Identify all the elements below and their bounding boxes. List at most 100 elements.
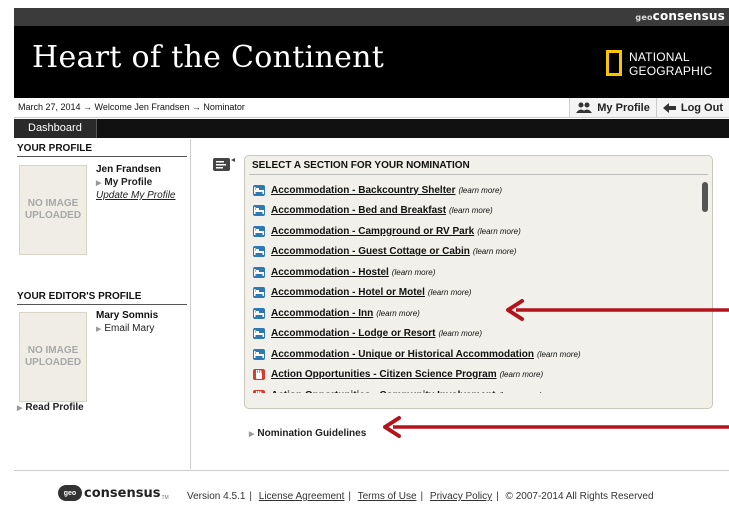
log-out-label: Log Out — [680, 101, 723, 114]
section-link[interactable]: Action Opportunities - Community Involve… — [271, 390, 495, 394]
divider — [249, 174, 708, 175]
bed-icon — [253, 205, 265, 216]
my-profile-label: My Profile — [597, 101, 650, 114]
geoconsensus-logo-small: geoconsensus — [635, 9, 725, 23]
section-link[interactable]: Accommodation - Inn — [271, 308, 373, 319]
bed-icon — [253, 307, 265, 319]
triangle-right-icon: ▶ — [249, 431, 255, 438]
footer: geo consensus TM Version 4.5.1 | License … — [14, 470, 729, 515]
my-profile-button[interactable]: My Profile — [569, 98, 656, 117]
annotation-arrow-icon — [506, 299, 729, 321]
bed-icon — [253, 184, 265, 196]
learn-more-link[interactable]: (learn more) — [392, 268, 436, 277]
tab-bar: Dashboard — [14, 119, 729, 138]
section-link[interactable]: Accommodation - Unique or Historical Acc… — [271, 349, 534, 360]
section-link[interactable]: Accommodation - Bed and Breakfast — [271, 205, 446, 216]
section-list-item[interactable]: Action Opportunities - Citizen Science P… — [253, 366, 543, 384]
learn-more-link[interactable]: (learn more) — [438, 329, 482, 338]
nomination-guidelines-link[interactable]: ▶ Nomination Guidelines — [249, 428, 366, 439]
section-selector-panel: SELECT A SECTION FOR YOUR NOMINATION Acc… — [244, 155, 713, 409]
learn-more-link[interactable]: (learn more) — [376, 309, 420, 318]
editor-profile-title: YOUR EDITOR'S PROFILE — [17, 291, 142, 302]
divider — [17, 304, 187, 305]
copyright-text: © 2007-2014 All Rights Reserved — [505, 491, 654, 502]
partner-line-1: NATIONAL — [629, 50, 690, 64]
learn-more-link[interactable]: (learn more) — [537, 350, 581, 359]
national-geographic-logo: NATIONAL GEOGRAPHIC — [606, 49, 718, 81]
section-link[interactable]: Accommodation - Lodge or Resort — [271, 328, 435, 339]
section-list-item[interactable]: Accommodation - Guest Cottage or Cabin (l… — [253, 243, 516, 261]
users-icon — [576, 102, 593, 113]
geoconsensus-footer-logo: geo consensus TM — [58, 485, 169, 501]
bed-icon — [253, 246, 265, 257]
profile-name: Jen Frandsen — [96, 164, 162, 175]
license-link[interactable]: License Agreement — [259, 491, 345, 502]
footer-links: Version 4.5.1 | License Agreement | Terms … — [187, 491, 654, 502]
divider — [17, 156, 187, 157]
learn-more-link[interactable]: (learn more) — [473, 247, 517, 256]
bed-icon — [253, 266, 265, 278]
breadcrumb: March 27, 2014 → Welcome Jen Frandsen → … — [18, 102, 245, 112]
annotation-arrow-icon — [383, 416, 729, 438]
trademark: TM — [161, 495, 169, 501]
hand-icon — [253, 389, 265, 393]
account-menu: My Profile Log Out — [569, 98, 729, 117]
section-link[interactable]: Accommodation - Guest Cottage or Cabin — [271, 246, 470, 257]
profile-image-placeholder: NO IMAGE UPLOADED — [19, 165, 87, 255]
scrollbar-thumb[interactable] — [702, 182, 708, 212]
bed-icon — [253, 287, 265, 298]
read-profile-link[interactable]: ▶ Read Profile — [17, 402, 84, 413]
triangle-right-icon: ▶ — [96, 180, 102, 187]
section-link[interactable]: Accommodation - Hostel — [271, 267, 389, 278]
section-list-item[interactable]: Accommodation - Lodge or Resort (learn mo… — [253, 325, 482, 343]
section-list-item[interactable]: Accommodation - Backcountry Shelter (lear… — [253, 181, 502, 199]
section-link[interactable]: Action Opportunities - Citizen Science P… — [271, 369, 497, 380]
section-list-item[interactable]: Accommodation - Bed and Breakfast (learn … — [253, 202, 493, 220]
site-header: Heart of the Continent NATIONAL GEOGRAPH… — [14, 26, 729, 98]
email-editor-link[interactable]: ▶ Email Mary — [96, 323, 154, 334]
section-link[interactable]: Accommodation - Hotel or Motel — [271, 287, 425, 298]
learn-more-link[interactable]: (learn more) — [500, 370, 544, 379]
terms-link[interactable]: Terms of Use — [358, 491, 417, 502]
learn-more-link[interactable]: (learn more) — [458, 186, 502, 195]
bed-icon — [253, 225, 265, 237]
bed-icon — [253, 348, 265, 360]
editor-image-placeholder: NO IMAGE UPLOADED — [19, 312, 87, 402]
triangle-right-icon: ▶ — [96, 326, 102, 333]
learn-more-link[interactable]: (learn more) — [498, 391, 542, 394]
panel-title: SELECT A SECTION FOR YOUR NOMINATION — [252, 160, 470, 171]
hand-icon — [253, 369, 265, 380]
geo-badge: geo — [58, 485, 82, 501]
learn-more-link[interactable]: (learn more) — [428, 288, 472, 297]
sidebar: YOUR PROFILE NO IMAGE UPLOADED Jen Frand… — [14, 139, 191, 469]
section-link[interactable]: Accommodation - Campground or RV Park — [271, 226, 474, 237]
bed-icon — [253, 328, 265, 339]
arrow-left-icon — [662, 102, 676, 113]
privacy-link[interactable]: Privacy Policy — [430, 491, 492, 502]
tab-dashboard[interactable]: Dashboard — [14, 119, 97, 138]
logo-wordmark: consensus — [84, 485, 161, 501]
version-text: Version 4.5.1 — [187, 491, 246, 502]
section-list-item[interactable]: Action Opportunities - Community Involve… — [253, 386, 542, 393]
section-list-item[interactable]: Accommodation - Campground or RV Park (le… — [253, 222, 521, 240]
my-profile-link[interactable]: ▶ My Profile — [96, 177, 152, 188]
section-list-item[interactable]: Accommodation - Hostel (learn more) — [253, 263, 435, 281]
list-icon — [213, 158, 235, 171]
site-title: Heart of the Continent — [32, 40, 385, 75]
partner-line-2: GEOGRAPHIC — [629, 64, 713, 78]
section-list-item[interactable]: Accommodation - Unique or Historical Acc… — [253, 345, 581, 363]
section-list[interactable]: Accommodation - Backcountry Shelter (lear… — [245, 179, 700, 393]
learn-more-link[interactable]: (learn more) — [449, 206, 493, 215]
log-out-button[interactable]: Log Out — [655, 98, 729, 117]
sub-bar: March 27, 2014 → Welcome Jen Frandsen → … — [14, 98, 729, 118]
triangle-right-icon: ▶ — [17, 405, 23, 412]
scrollbar[interactable] — [702, 179, 708, 403]
learn-more-link[interactable]: (learn more) — [477, 227, 521, 236]
section-list-item[interactable]: Accommodation - Inn (learn more) — [253, 304, 420, 322]
your-profile-title: YOUR PROFILE — [17, 143, 93, 154]
section-list-item[interactable]: Accommodation - Hotel or Motel (learn mor… — [253, 284, 471, 302]
editor-name: Mary Somnis — [96, 310, 159, 321]
yellow-frame-icon — [606, 50, 622, 76]
update-profile-link[interactable]: Update My Profile — [96, 190, 175, 201]
section-link[interactable]: Accommodation - Backcountry Shelter — [271, 185, 455, 196]
